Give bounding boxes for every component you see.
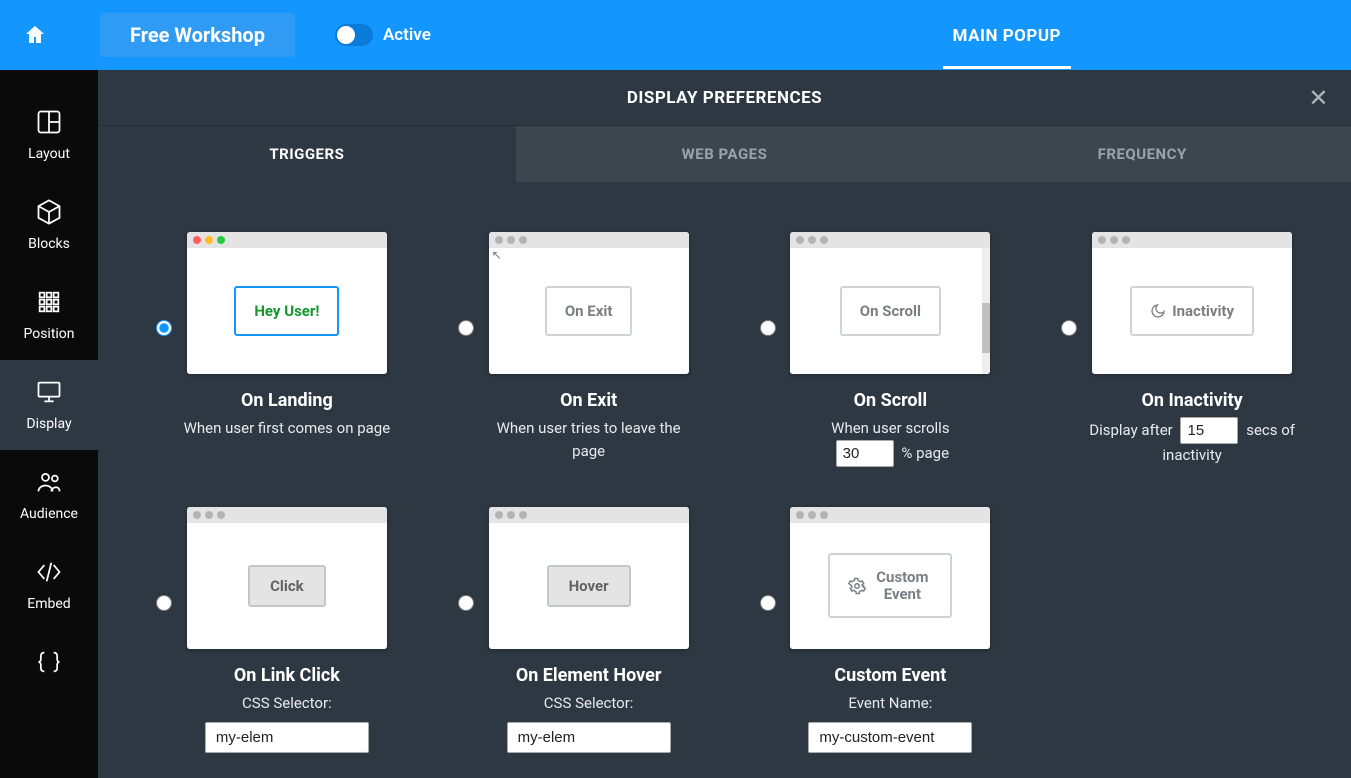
sidebar-item-position[interactable]: Position — [0, 270, 98, 360]
sidebar-item-blocks[interactable]: Blocks — [0, 180, 98, 270]
radio-click[interactable] — [156, 595, 172, 611]
chip-hover: Hover — [547, 565, 631, 607]
preview-hover[interactable]: Hover — [489, 507, 689, 649]
trigger-option-scroll: On Scroll On Scroll When user scrolls % … — [742, 232, 1040, 467]
label-hover: CSS Selector: — [544, 692, 634, 715]
active-toggle[interactable] — [335, 24, 373, 46]
gear-icon — [848, 577, 866, 595]
preview-landing[interactable]: Hey User! — [187, 232, 387, 374]
desc-scroll: When user scrolls % page — [831, 417, 949, 467]
active-label: Active — [383, 25, 431, 45]
tab-main-popup[interactable]: MAIN POPUP — [943, 2, 1071, 69]
title-custom: Custom Event — [834, 665, 946, 686]
sidebar-item-layout[interactable]: Layout — [0, 90, 98, 180]
scroll-percent-input[interactable] — [836, 440, 894, 467]
chip-custom: Custom Event — [828, 553, 952, 618]
preview-exit[interactable]: ↖ On Exit — [489, 232, 689, 374]
radio-scroll[interactable] — [760, 320, 776, 336]
workspace-name[interactable]: Free Workshop — [100, 13, 295, 57]
layout-icon — [35, 108, 63, 136]
topbar: Free Workshop Active MAIN POPUP — [0, 0, 1351, 70]
custom-event-input[interactable] — [808, 722, 972, 753]
trigger-option-custom: Custom Event Custom Event Event Name: — [742, 507, 1040, 754]
moon-icon — [1150, 303, 1166, 319]
radio-hover[interactable] — [458, 595, 474, 611]
title-landing: On Landing — [241, 390, 333, 411]
label-click: CSS Selector: — [242, 692, 332, 715]
sidebar-item-more[interactable] — [0, 630, 98, 676]
trigger-option-hover: Hover On Element Hover CSS Selector: — [440, 507, 738, 754]
radio-exit[interactable] — [458, 320, 474, 336]
radio-inactivity[interactable] — [1061, 320, 1077, 336]
title-scroll: On Scroll — [854, 390, 927, 411]
people-icon — [35, 468, 63, 496]
click-selector-input[interactable] — [205, 722, 369, 753]
title-exit: On Exit — [560, 390, 617, 411]
inactivity-secs-input[interactable] — [1180, 417, 1238, 444]
trigger-option-exit: ↖ On Exit On Exit When user tries to lea… — [440, 232, 738, 467]
braces-icon — [35, 648, 63, 676]
trigger-option-landing: Hey User! On Landing When user first com… — [138, 232, 436, 467]
preview-inactivity[interactable]: Inactivity — [1092, 232, 1292, 374]
home-button[interactable] — [0, 23, 70, 47]
chip-click: Click — [248, 565, 326, 607]
title-inactivity: On Inactivity — [1142, 390, 1243, 411]
desc-inactivity: Display after secs of inactivity — [1082, 417, 1302, 467]
sub-tabs: TRIGGERS WEB PAGES FREQUENCY — [98, 126, 1351, 182]
chip-inactivity: Inactivity — [1130, 286, 1254, 336]
desc-exit: When user tries to leave the page — [479, 417, 699, 462]
tab-frequency[interactable]: FREQUENCY — [933, 126, 1351, 182]
tab-web-pages[interactable]: WEB PAGES — [516, 126, 934, 182]
preview-custom[interactable]: Custom Event — [790, 507, 990, 649]
desc-landing: When user first comes on page — [184, 417, 391, 440]
cursor-icon: ↖ — [492, 248, 502, 262]
home-icon — [23, 23, 47, 47]
monitor-icon — [35, 378, 63, 406]
panel-title-bar: DISPLAY PREFERENCES ✕ — [98, 70, 1351, 126]
chip-exit: On Exit — [545, 286, 633, 336]
close-button[interactable]: ✕ — [1308, 84, 1329, 112]
tab-triggers[interactable]: TRIGGERS — [98, 126, 516, 182]
panel-title: DISPLAY PREFERENCES — [627, 88, 822, 108]
trigger-option-inactivity: Inactivity On Inactivity Display after s… — [1043, 232, 1341, 467]
sidebar-item-display[interactable]: Display — [0, 360, 98, 450]
radio-custom[interactable] — [760, 595, 776, 611]
title-hover: On Element Hover — [516, 665, 662, 686]
radio-landing[interactable] — [156, 320, 172, 336]
preview-click[interactable]: Click — [187, 507, 387, 649]
hover-selector-input[interactable] — [507, 722, 671, 753]
sidebar: Layout Blocks Position Display — [0, 70, 98, 778]
chip-landing: Hey User! — [234, 286, 339, 336]
label-custom: Event Name: — [848, 692, 932, 715]
chip-scroll: On Scroll — [840, 286, 941, 336]
sidebar-item-embed[interactable]: Embed — [0, 540, 98, 630]
preview-scroll[interactable]: On Scroll — [790, 232, 990, 374]
cube-icon — [35, 198, 63, 226]
trigger-option-click: Click On Link Click CSS Selector: — [138, 507, 436, 754]
code-icon — [35, 558, 63, 586]
sidebar-item-audience[interactable]: Audience — [0, 450, 98, 540]
grid-icon — [35, 288, 63, 316]
title-click: On Link Click — [234, 665, 340, 686]
